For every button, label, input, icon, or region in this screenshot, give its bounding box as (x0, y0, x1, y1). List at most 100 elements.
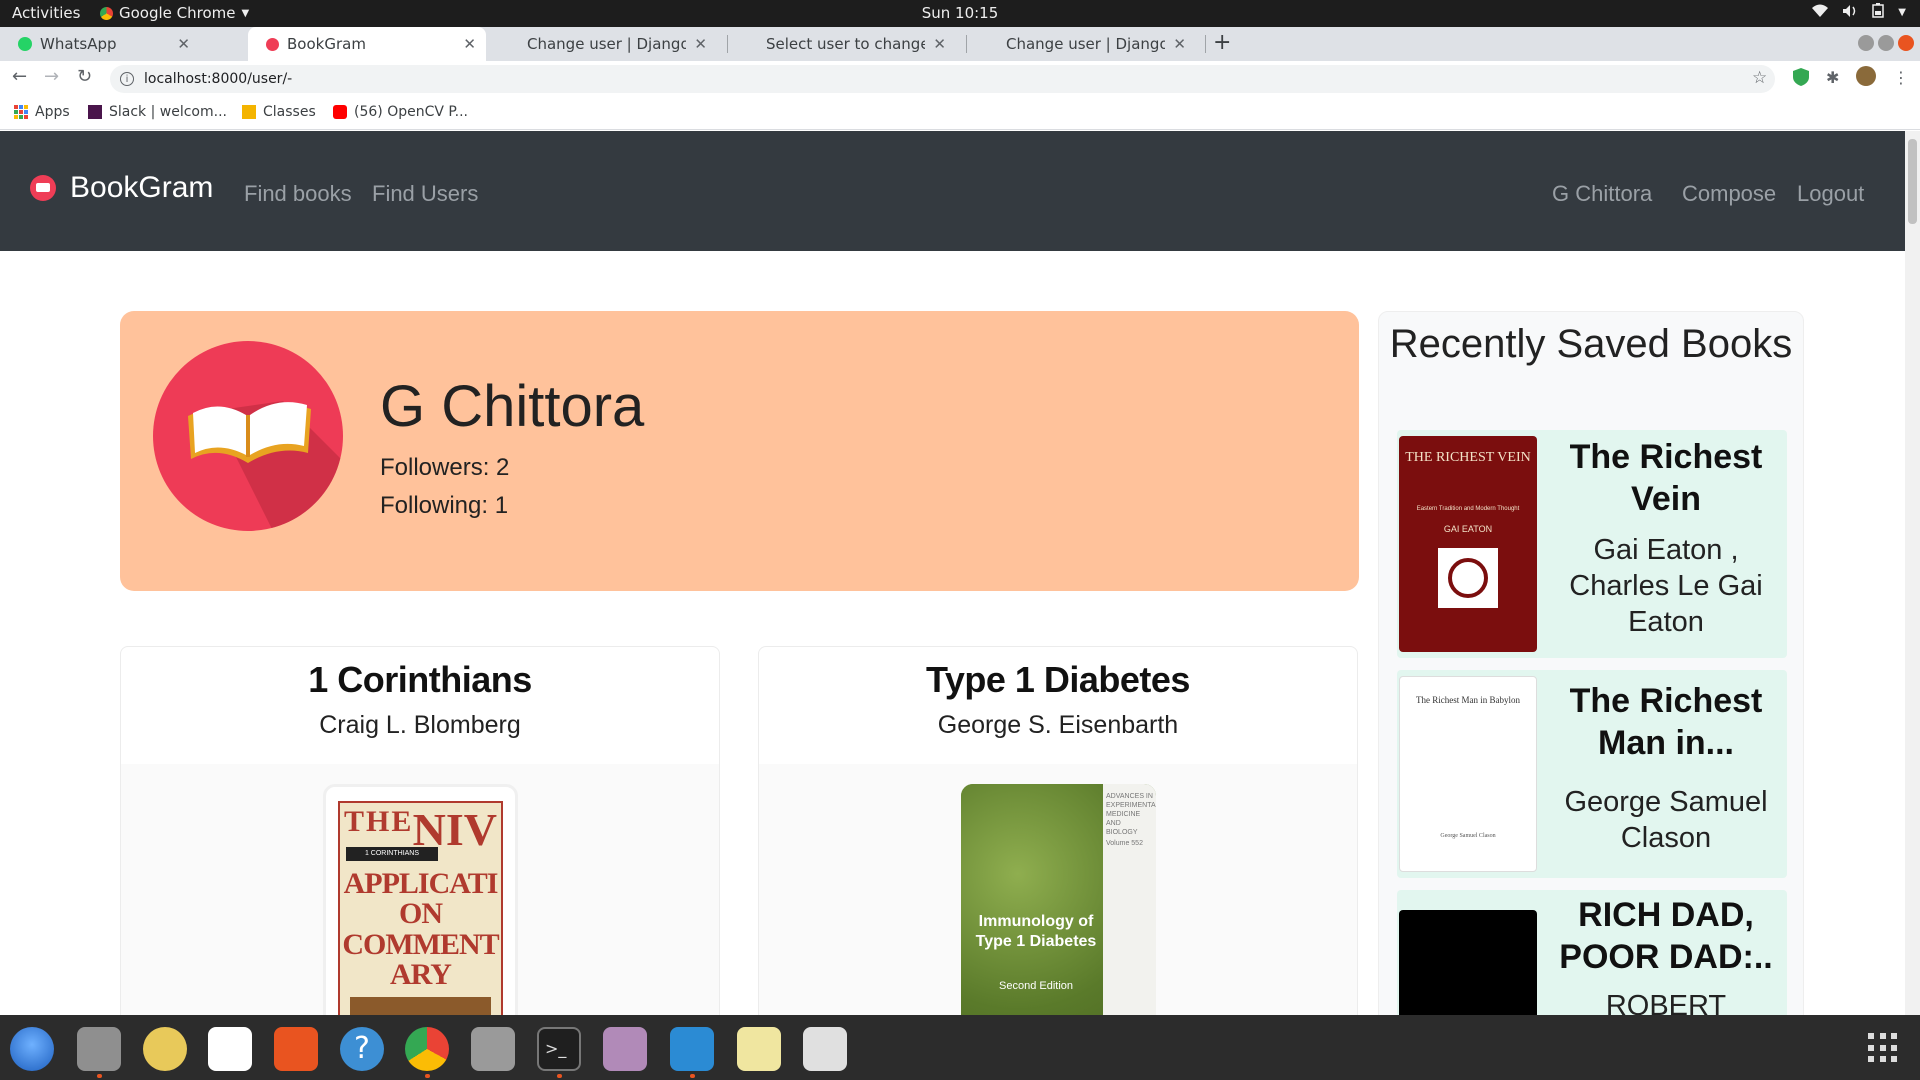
brand-link[interactable]: BookGram (30, 171, 213, 205)
close-icon[interactable]: ✕ (1173, 35, 1186, 53)
window-controls (1858, 35, 1914, 51)
address-bar[interactable]: i localhost:8000/user/- (110, 65, 1775, 93)
cover-text-application: APPLICATION (343, 867, 499, 930)
clock[interactable]: Sun 10:15 (922, 4, 999, 22)
bookmark-apps[interactable]: Apps (14, 104, 70, 120)
tab-django-change-user-2[interactable]: Change user | Django site ✕ (976, 27, 1196, 61)
profile-card: G Chittora Followers: 2 Following: 1 (120, 311, 1359, 591)
cover-text-book: 1 CORINTHIANS (346, 847, 438, 861)
richest-man-babylon-cover[interactable]: The Richest Man in Babylon George Samuel… (1399, 676, 1537, 872)
activities-button[interactable]: Activities (12, 4, 80, 22)
niv-application-commentary-cover[interactable]: THE NIV 1 CORINTHIANS APPLICATION COMMEN… (323, 784, 518, 1015)
cover-title-text: The Richest Man in Babylon (1416, 695, 1520, 705)
bookmark-star-icon[interactable]: ☆ (1752, 68, 1767, 88)
rhythmbox-icon[interactable] (143, 1027, 187, 1071)
info-icon[interactable]: i (120, 72, 134, 86)
vscode-icon[interactable] (670, 1027, 714, 1071)
book-title[interactable]: Type 1 Diabetes (759, 647, 1357, 701)
saved-book-author: Gai Eaton , Charles Le Gai Eaton (1569, 534, 1763, 638)
new-tab-plus-icon[interactable]: + (1213, 30, 1231, 55)
text-editor-icon[interactable] (737, 1027, 781, 1071)
close-window-icon[interactable] (1898, 35, 1914, 51)
cover-edition-text: Second Edition (999, 980, 1073, 992)
saved-book-title[interactable]: RICH DAD, POOR DAD:.. (1545, 894, 1787, 978)
tab-django-change-user[interactable]: Change user | Django site ✕ (497, 27, 717, 61)
chrome-icon[interactable] (405, 1027, 449, 1071)
browser-tab-strip: WhatsApp ✕ BookGram ✕ Change user | Djan… (0, 27, 1920, 61)
saved-book-title[interactable]: The Richest Man in... (1545, 680, 1787, 764)
files-icon[interactable] (77, 1027, 121, 1071)
tab-whatsapp[interactable]: WhatsApp ✕ (0, 27, 200, 61)
tab-separator (966, 35, 967, 53)
close-icon[interactable]: ✕ (933, 35, 946, 53)
cover-text-the: THE (344, 805, 414, 838)
immunology-type1-diabetes-cover[interactable]: ADVANCES IN EXPERIMENTAL MEDICINE AND BI… (961, 784, 1156, 1015)
saved-book-item[interactable]: The Richest Man in Babylon George Samuel… (1397, 670, 1787, 878)
saved-book-item[interactable]: THE RICHEST VEIN Eastern Tradition and M… (1397, 430, 1787, 658)
caret-down-icon: ▼ (241, 7, 250, 19)
django-favicon-icon (994, 37, 998, 51)
saved-book-author: ROBERT (1605, 990, 1727, 1015)
extensions-puzzle-icon[interactable]: ✱ (1826, 68, 1839, 87)
book-card[interactable]: 1 Corinthians Craig L. Blomberg THE NIV … (120, 646, 720, 1015)
tab-title: Change user | Django site (527, 35, 687, 53)
tab-separator (727, 35, 728, 53)
page-scrollbar[interactable] (1905, 131, 1920, 1015)
software-center-icon[interactable] (274, 1027, 318, 1071)
calculator-icon[interactable] (803, 1027, 847, 1071)
minimize-icon[interactable] (1858, 35, 1874, 51)
whatsapp-icon (18, 37, 32, 51)
scrollbar-thumb[interactable] (1908, 139, 1917, 224)
nav-find-books[interactable]: Find books (244, 181, 352, 207)
nav-compose[interactable]: Compose (1682, 181, 1776, 207)
terminal-icon[interactable]: >_ (537, 1027, 581, 1071)
forward-arrow-icon[interactable]: → (44, 66, 59, 87)
thunderbird-icon[interactable] (10, 1027, 54, 1071)
close-icon[interactable]: ✕ (694, 35, 707, 53)
book-title[interactable]: 1 Corinthians (121, 647, 719, 701)
caret-down-icon: ▼ (1898, 7, 1906, 18)
close-icon[interactable]: ✕ (463, 35, 476, 53)
saved-book-title[interactable]: The Richest Vein (1545, 436, 1787, 520)
cheese-icon[interactable] (603, 1027, 647, 1071)
kebab-menu-icon[interactable]: ⋮ (1893, 68, 1909, 87)
bookmark-opencv[interactable]: (56) OpenCV P... (333, 104, 468, 120)
app-menu[interactable]: Google Chrome ▼ (100, 4, 249, 22)
bookmark-classes[interactable]: Classes (242, 104, 316, 120)
cover-title-text: Immunology of Type 1 Diabetes (975, 913, 1097, 950)
bookgram-favicon-icon (266, 37, 279, 51)
writer-icon[interactable] (208, 1027, 252, 1071)
settings-icon[interactable] (471, 1027, 515, 1071)
back-arrow-icon[interactable]: ← (12, 66, 27, 87)
profile-name: G Chittora (380, 374, 645, 439)
richest-vein-cover[interactable]: THE RICHEST VEIN Eastern Tradition and M… (1399, 436, 1537, 652)
profile-avatar-icon[interactable] (1856, 66, 1876, 86)
bookmark-slack[interactable]: Slack | welcom... (88, 104, 227, 120)
show-applications-icon[interactable] (1868, 1033, 1898, 1063)
reload-icon[interactable]: ↻ (77, 66, 92, 87)
tab-bookgram[interactable]: BookGram ✕ (248, 27, 486, 61)
system-top-bar: Activities Google Chrome ▼ Sun 10:15 ▼ (0, 0, 1920, 27)
sidebar-title: Recently Saved Books (1389, 322, 1793, 366)
book-logo-icon (30, 175, 56, 201)
maximize-icon[interactable] (1878, 35, 1894, 51)
rich-dad-poor-dad-cover[interactable] (1399, 910, 1537, 1015)
system-tray[interactable]: ▼ (1812, 3, 1906, 22)
book-card[interactable]: Type 1 Diabetes George S. Eisenbarth ADV… (758, 646, 1358, 1015)
following-count[interactable]: Following: 1 (380, 492, 508, 520)
nav-user-profile[interactable]: G Chittora (1552, 181, 1652, 207)
shield-extension-icon[interactable] (1793, 68, 1809, 90)
running-indicator (557, 1074, 562, 1078)
bookmark-label: (56) OpenCV P... (354, 104, 468, 120)
running-indicator (97, 1074, 102, 1078)
nav-find-users[interactable]: Find Users (372, 181, 478, 207)
tab-title: Select user to change | Dj (766, 35, 926, 53)
tab-django-select-user[interactable]: Select user to change | Dj ✕ (736, 27, 956, 61)
close-icon[interactable]: ✕ (177, 35, 190, 53)
followers-count[interactable]: Followers: 2 (380, 454, 509, 482)
nav-logout[interactable]: Logout (1797, 181, 1864, 207)
app-navbar: BookGram Find books Find Users G Chittor… (0, 131, 1905, 251)
saved-book-item[interactable]: RICH DAD, POOR DAD:.. ROBERT (1397, 890, 1787, 1015)
tab-title: WhatsApp (40, 35, 117, 53)
help-icon[interactable]: ? (340, 1027, 384, 1071)
